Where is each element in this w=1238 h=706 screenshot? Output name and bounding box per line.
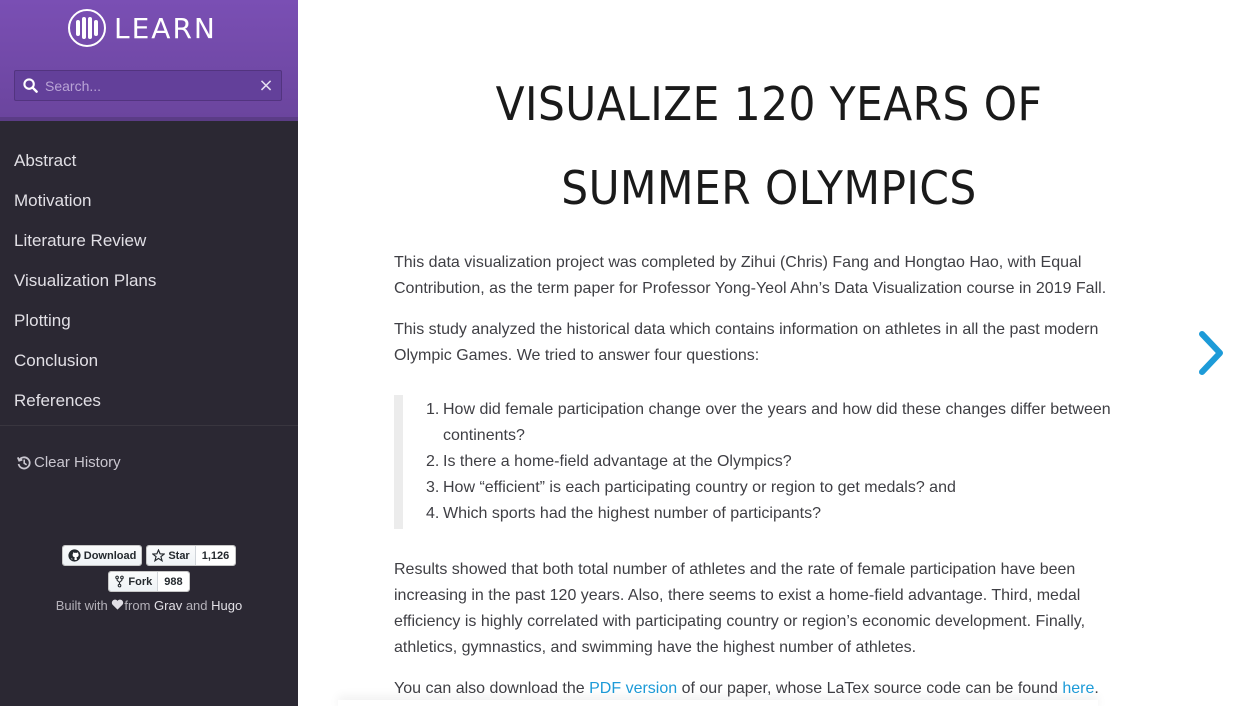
search-box: × xyxy=(14,70,282,101)
sidebar-header: LEARN × xyxy=(0,0,298,121)
question-number: 3. xyxy=(426,479,440,496)
history-icon xyxy=(16,455,31,469)
github-icon xyxy=(68,549,81,562)
sidebar-nav: Abstract Motivation Literature Review Vi… xyxy=(0,121,298,421)
star-icon xyxy=(152,549,166,562)
bottom-shadow xyxy=(338,700,1098,706)
sidebar-divider xyxy=(0,425,298,426)
latex-source-link[interactable]: here xyxy=(1062,680,1094,697)
logo[interactable]: LEARN xyxy=(68,8,217,48)
question-item: 3. How “efficient” is each participating … xyxy=(426,475,1144,501)
clear-search-icon[interactable]: × xyxy=(251,70,281,101)
built-with-prefix: Built with xyxy=(55,598,108,613)
intro-paragraph: This data visualization project was comp… xyxy=(394,254,1107,297)
sidebar-item-conclusion[interactable]: Conclusion xyxy=(0,341,298,381)
question-text: Which sports had the highest number of p… xyxy=(443,505,821,522)
heart-icon xyxy=(112,599,124,610)
question-text: Is there a home-field advantage at the O… xyxy=(443,453,792,470)
search-icon xyxy=(15,70,45,101)
logo-text: LEARN xyxy=(114,11,217,45)
search-input[interactable] xyxy=(45,71,251,100)
sidebar-item-visualization-plans[interactable]: Visualization Plans xyxy=(0,261,298,301)
question-number: 4. xyxy=(426,505,440,522)
fork-count: 988 xyxy=(157,572,189,591)
fork-badge[interactable]: Fork 988 xyxy=(108,571,190,592)
clear-history-button[interactable]: Clear History xyxy=(0,454,298,471)
pdf-version-link[interactable]: PDF version xyxy=(589,680,677,697)
question-text: How “efficient” is each participating co… xyxy=(443,479,956,496)
download-label: Download xyxy=(83,549,137,562)
results-paragraph: Results showed that both total number of… xyxy=(394,561,1086,656)
fork-icon xyxy=(115,575,125,588)
question-number: 1. xyxy=(426,401,440,418)
sidebar-item-plotting[interactable]: Plotting xyxy=(0,301,298,341)
question-text: How did female participation change over… xyxy=(443,401,1111,444)
built-with-from: from xyxy=(124,598,151,613)
download-paragraph: You can also download the PDF version of… xyxy=(394,676,1144,702)
built-with-footer: Built with from Grav and Hugo xyxy=(0,598,298,613)
hugo-link[interactable]: Hugo xyxy=(211,598,242,613)
built-with-and: and xyxy=(185,598,208,613)
star-count: 1,126 xyxy=(194,546,236,565)
download-text-before: You can also download the xyxy=(394,680,590,697)
sidebar-item-motivation[interactable]: Motivation xyxy=(0,181,298,221)
sidebar-item-abstract[interactable]: Abstract xyxy=(0,141,298,181)
questions-blockquote: 1. How did female participation change ov… xyxy=(394,395,1144,529)
clear-history-label: Clear History xyxy=(34,454,121,471)
logo-icon xyxy=(68,9,106,47)
page-title-line-1: VISUALIZE 120 YEARS OF xyxy=(495,77,1043,131)
star-badge[interactable]: Star 1,126 xyxy=(146,545,237,566)
download-badge[interactable]: Download xyxy=(61,545,143,566)
download-text-middle: of our paper, whose LaTex source code ca… xyxy=(677,680,1063,697)
main-content: VISUALIZE 120 YEARS OF SUMMER OLYMPICS T… xyxy=(298,0,1238,706)
page-title-line-2: SUMMER OLYMPICS xyxy=(561,161,977,215)
next-page-arrow-icon[interactable] xyxy=(1196,330,1226,376)
question-item: 2. Is there a home-field advantage at the… xyxy=(426,449,1144,475)
download-text-after: . xyxy=(1094,680,1099,697)
sidebar-item-references[interactable]: References xyxy=(0,381,298,421)
question-number: 2. xyxy=(426,453,440,470)
sidebar: LEARN × Abstract Motivation Literature R… xyxy=(0,0,298,706)
study-paragraph: This study analyzed the historical data … xyxy=(394,321,1099,364)
article-body: This data visualization project was comp… xyxy=(394,250,1144,706)
grav-link[interactable]: Grav xyxy=(154,598,182,613)
star-label: Star xyxy=(168,549,190,562)
question-item: 1. How did female participation change ov… xyxy=(426,397,1144,449)
page-title: VISUALIZE 120 YEARS OF SUMMER OLYMPICS xyxy=(424,62,1114,230)
github-badges: Download Star 1,126 Fork 988 Built with … xyxy=(0,545,298,613)
sidebar-item-literature-review[interactable]: Literature Review xyxy=(0,221,298,261)
fork-label: Fork xyxy=(128,575,153,588)
question-item: 4. Which sports had the highest number of… xyxy=(426,501,1144,527)
